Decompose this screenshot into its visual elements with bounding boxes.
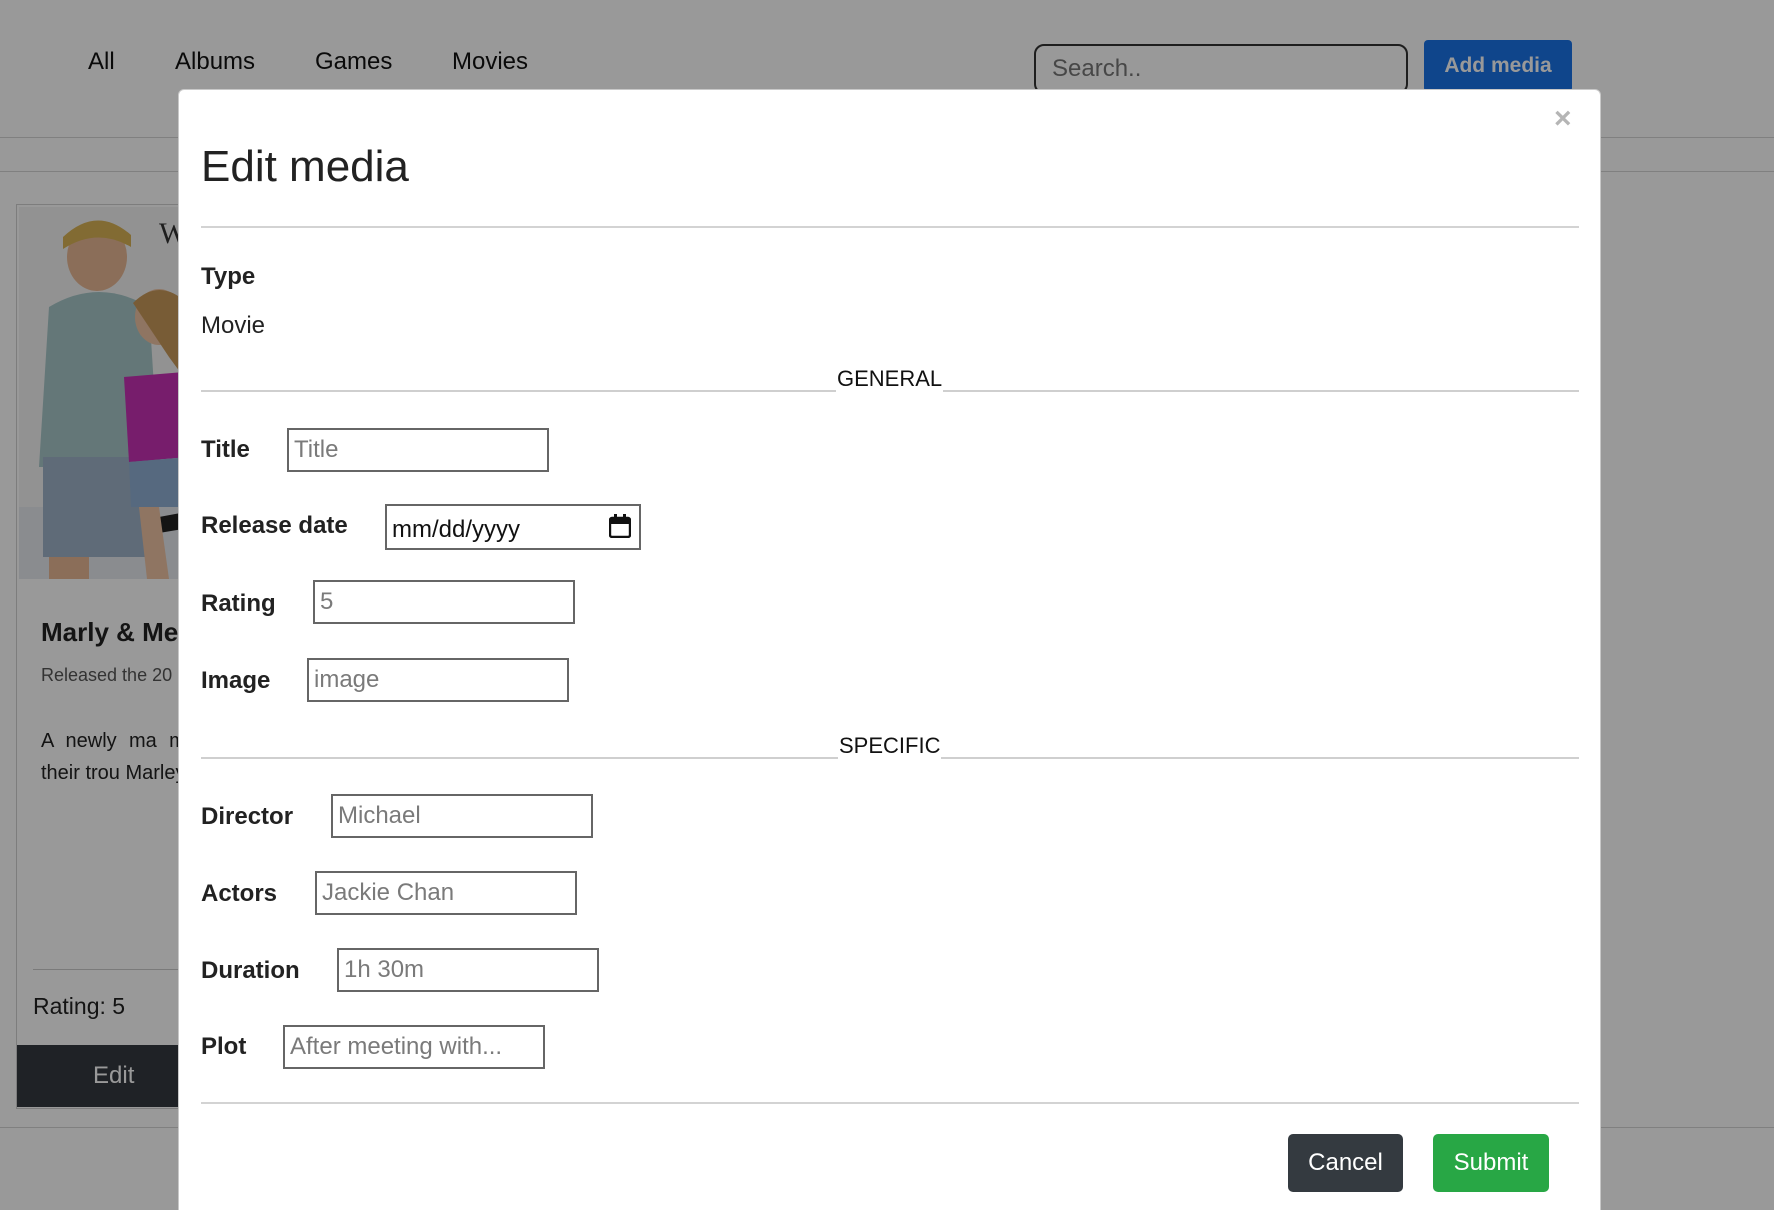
calendar-icon[interactable] [609, 514, 631, 538]
title-input[interactable] [287, 428, 549, 472]
header-divider [201, 226, 1579, 228]
cancel-button[interactable]: Cancel [1288, 1134, 1403, 1192]
general-section-title: GENERAL [837, 366, 943, 391]
image-label: Image [201, 667, 271, 694]
specific-section-title: SPECIFIC [839, 733, 941, 758]
actors-input[interactable] [315, 871, 577, 915]
duration-input[interactable] [337, 948, 599, 992]
plot-label: Plot [201, 1033, 247, 1060]
type-value: Movie [201, 312, 266, 339]
specific-divider-right [941, 757, 1579, 759]
close-icon[interactable]: × [1554, 104, 1572, 134]
general-divider-left [201, 390, 836, 392]
release-date-input[interactable]: mm/dd/yyyy [385, 504, 641, 550]
modal-title: Edit media [201, 142, 409, 191]
submit-button[interactable]: Submit [1433, 1134, 1549, 1192]
director-label: Director [201, 803, 294, 830]
rating-label: Rating [201, 590, 276, 617]
title-label: Title [201, 436, 250, 463]
type-label: Type [201, 263, 256, 290]
release-date-value: mm/dd/yyyy [392, 516, 521, 543]
actors-label: Actors [201, 880, 278, 907]
image-input[interactable] [307, 658, 569, 702]
plot-input[interactable] [283, 1025, 545, 1069]
release-date-label: Release date [201, 512, 348, 539]
director-input[interactable] [331, 794, 593, 838]
general-divider-right [943, 390, 1579, 392]
duration-label: Duration [201, 957, 300, 984]
rating-input[interactable] [313, 580, 575, 624]
specific-divider-left [201, 757, 838, 759]
footer-divider-modal [201, 1102, 1579, 1104]
edit-media-modal: × Edit media Type Movie GENERAL Title Re… [178, 89, 1601, 1210]
